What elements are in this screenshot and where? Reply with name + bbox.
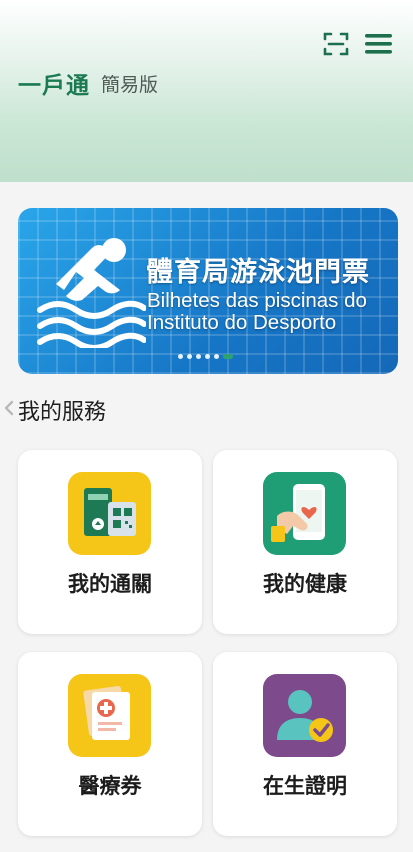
service-card-medical-voucher[interactable]: 醫療券 (18, 652, 202, 836)
service-card-health[interactable]: 我的健康 (213, 450, 397, 634)
carousel-dot[interactable] (205, 353, 210, 359)
carousel-dot[interactable] (196, 353, 201, 359)
service-card-proof-of-life[interactable]: 在生證明 (213, 652, 397, 836)
health-phone-icon (263, 472, 346, 555)
proof-of-life-icon (263, 674, 346, 757)
carousel-dot[interactable] (187, 353, 192, 359)
carousel-indicator (178, 352, 233, 360)
scan-icon (323, 32, 349, 56)
hamburger-menu-icon (365, 34, 392, 54)
service-card-border-crossing[interactable]: 我的通關 (18, 450, 202, 634)
service-card-label: 醫療券 (78, 774, 142, 798)
swimmer-icon (37, 238, 146, 348)
border-crossing-qr-icon (68, 472, 151, 555)
section-title: 我的服務 (18, 400, 107, 425)
carousel-dot[interactable] (214, 353, 219, 359)
carousel-dot[interactable] (178, 353, 183, 359)
banner-subtitle: Bilhetes das piscinas do Instituto do De… (147, 289, 367, 334)
service-card-label: 我的通關 (68, 572, 152, 596)
scan-button[interactable] (322, 30, 350, 58)
promo-banner[interactable]: 體育局游泳池門票 Bilhetes das piscinas do Instit… (18, 208, 398, 374)
app-title: 一戶通 (18, 73, 90, 99)
medical-voucher-icon (68, 674, 151, 757)
service-card-label: 我的健康 (263, 572, 347, 596)
service-card-label: 在生證明 (263, 774, 347, 798)
carousel-dot-active[interactable] (223, 353, 233, 359)
app-mode-label: 簡易版 (101, 74, 159, 96)
banner-title: 體育局游泳池門票 (146, 257, 370, 288)
chevron-left-icon[interactable] (3, 400, 15, 416)
menu-button[interactable] (364, 32, 394, 56)
